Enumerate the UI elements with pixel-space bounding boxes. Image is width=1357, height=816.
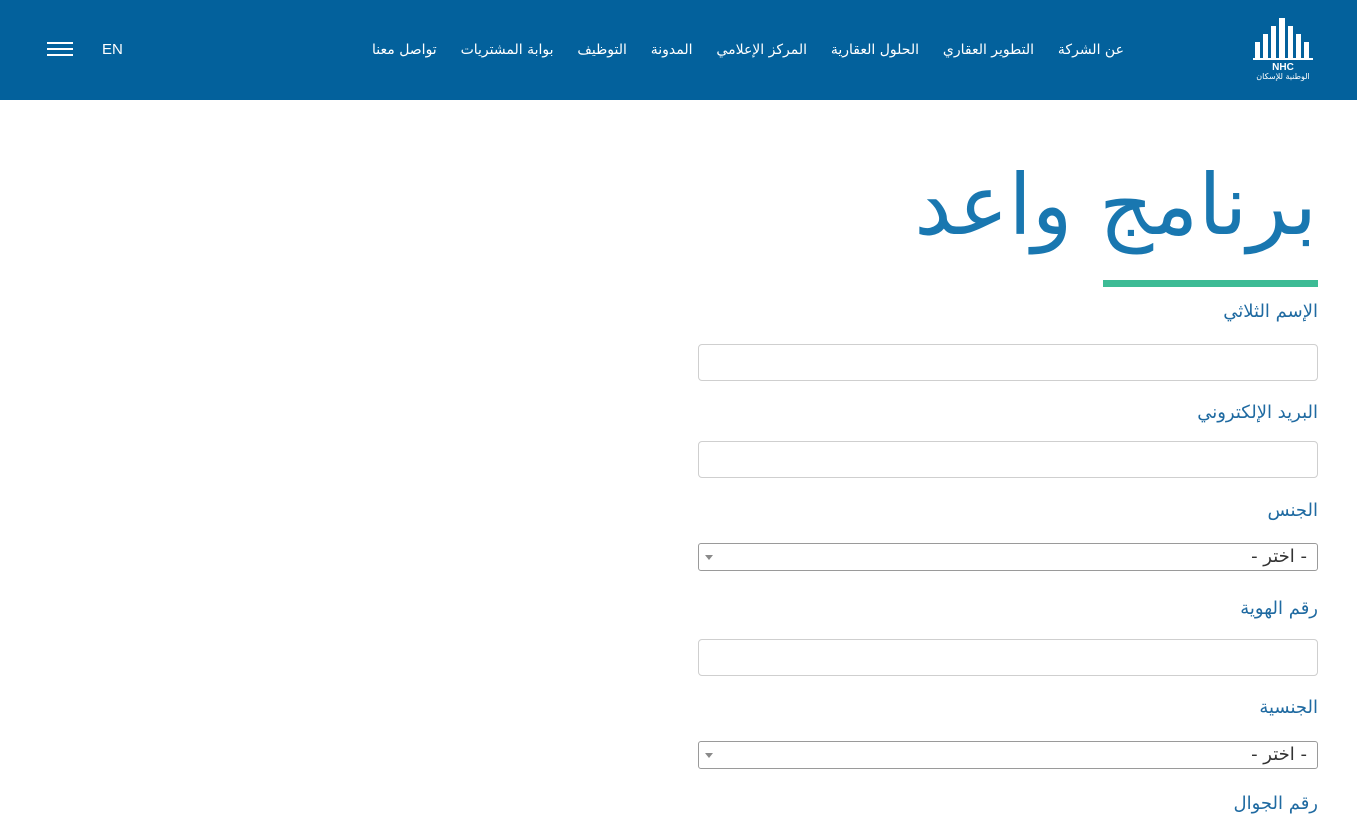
menu-icon[interactable] [47,42,73,58]
full-name-label: الإسم الثلاثي [1223,301,1318,322]
chevron-down-icon [705,555,713,560]
full-name-input[interactable] [698,344,1318,381]
id-number-input[interactable] [698,639,1318,676]
logo-mark-icon: NHC [1253,18,1313,73]
page-title: برنامج واعد [914,156,1317,254]
menu-icon-bar [47,48,73,50]
nationality-select-value: - اختر - [1251,744,1307,765]
gender-select[interactable]: - اختر - [698,543,1318,571]
menu-icon-bar [47,54,73,56]
logo-ar-text: الوطنية للإسكان [1256,72,1310,81]
nav-item-blog[interactable]: المدونة [651,38,693,62]
chevron-down-icon [705,753,713,758]
top-header: EN عن الشركة التطوير العقاري الحلول العق… [0,0,1357,100]
company-logo[interactable]: NHC الوطنية للإسكان [1249,18,1317,82]
nav-item-media-center[interactable]: المركز الإعلامي [716,38,807,62]
id-number-label: رقم الهوية [1240,598,1318,619]
gender-label: الجنس [1267,500,1318,521]
menu-icon-bar [47,42,73,44]
nav-item-real-estate-solutions[interactable]: الحلول العقارية [831,38,919,62]
email-input[interactable] [698,441,1318,478]
language-toggle[interactable]: EN [102,40,123,60]
main-nav: عن الشركة التطوير العقاري الحلول العقاري… [372,38,1124,62]
logo-en-text: NHC [1272,62,1294,72]
nav-item-careers[interactable]: التوظيف [577,38,626,62]
nav-item-real-estate-development[interactable]: التطوير العقاري [943,38,1034,62]
title-underline [1103,280,1318,287]
nationality-label: الجنسية [1259,697,1318,718]
mobile-label: رقم الجوال [1233,793,1318,814]
gender-select-value: - اختر - [1251,546,1307,567]
nav-item-about[interactable]: عن الشركة [1058,38,1124,62]
email-label: البريد الإلكتروني [1197,402,1318,423]
nav-item-procurement-portal[interactable]: بوابة المشتريات [461,38,554,62]
nationality-select[interactable]: - اختر - [698,741,1318,769]
nav-item-contact[interactable]: تواصل معنا [372,38,437,62]
